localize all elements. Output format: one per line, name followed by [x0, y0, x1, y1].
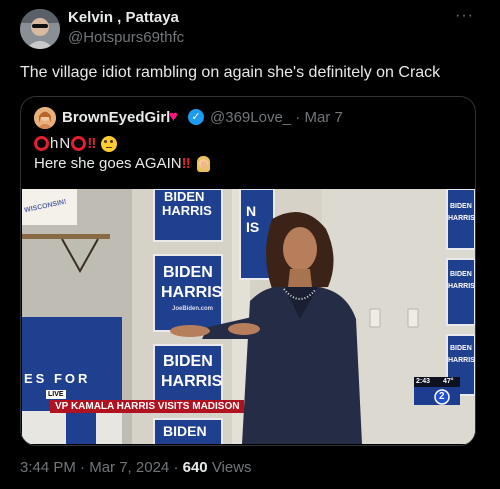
author-avatar[interactable] — [20, 9, 60, 49]
poster-line-2: HARRIS — [448, 357, 475, 364]
heart-icon: ♥ — [169, 108, 178, 125]
poster-line-2: HARRIS — [448, 283, 475, 290]
quoted-author-name[interactable]: BrownEyedGirl — [62, 109, 170, 126]
previous-tweet-edge — [0, 0, 500, 8]
poster-line-1: BIDEN — [450, 345, 472, 352]
separator: · — [173, 459, 179, 476]
poster-line-2: HARRIS — [161, 284, 223, 301]
foreground-banner: ES FOR — [24, 371, 91, 386]
poster-line-1: BIDEN — [164, 189, 205, 204]
poster-url: JoeBiden.com — [172, 306, 214, 312]
poster-line-1: BIDEN — [450, 271, 472, 278]
author-handle[interactable]: @Hotspurs69thfc — [68, 29, 184, 46]
quoted-text: Here she goes AGAIN — [34, 155, 182, 172]
broadcast-temperature: 47° — [443, 378, 454, 385]
poster-partial: N IS — [246, 203, 260, 235]
tweet-meta: 3:44 PM · Mar 7, 2024 · 640 Views — [20, 459, 252, 476]
red-circle-icon — [71, 136, 87, 151]
poster-line-1: BIDEN — [163, 264, 213, 281]
double-exclamation-icon: ‼ — [181, 155, 191, 172]
views-count[interactable]: 640 — [183, 459, 208, 476]
tweet-time[interactable]: 3:44 PM — [20, 459, 76, 476]
eye-roll-face-icon — [101, 135, 118, 152]
quoted-text-line-2: Here she goes AGAIN ‼ — [34, 155, 211, 172]
poster-line-2: HARRIS — [448, 215, 475, 222]
views-label: Views — [211, 459, 252, 476]
facepalm-icon — [196, 155, 211, 172]
lower-third-caption: VP KAMALA HARRIS VISITS MADISON — [50, 400, 245, 413]
quoted-handle-date[interactable]: @369Love_ · Mar 7 — [210, 109, 343, 126]
separator: · — [80, 459, 86, 476]
tweet-date[interactable]: Mar 7, 2024 — [89, 459, 169, 476]
poster-line-1: BIDEN — [163, 423, 207, 439]
broadcast-clock: 2:43 — [416, 378, 431, 385]
more-icon[interactable]: ··· — [455, 7, 474, 25]
author-name[interactable]: Kelvin , Pattaya — [68, 9, 179, 26]
quoted-text-letter: N — [59, 135, 71, 152]
poster-line-1: BIDEN — [163, 353, 213, 370]
embedded-video[interactable]: WISCONSIN! BIDEN HARRIS BIDEN HARRIS Joe… — [22, 189, 475, 444]
red-circle-icon — [34, 136, 49, 151]
quoted-author-avatar[interactable] — [34, 107, 56, 129]
poster-line-2: HARRIS — [162, 203, 212, 218]
poster-line-2: HARRIS — [161, 373, 223, 390]
live-tag: LIVE — [46, 390, 66, 399]
double-exclamation-icon: ‼ — [87, 135, 97, 152]
verified-badge-icon: ✓ — [188, 109, 204, 125]
tweet-text: The village idiot rambling on again she'… — [20, 64, 441, 81]
quoted-tweet-card[interactable]: BrownEyedGirl ♥ ✓ @369Love_ · Mar 7 h N … — [20, 96, 476, 446]
quoted-text-line-1: h N ‼ — [34, 135, 118, 152]
poster-line-1: BIDEN — [450, 203, 472, 210]
quoted-text-letter: h — [50, 135, 59, 152]
station-logo: 2 — [439, 391, 445, 402]
